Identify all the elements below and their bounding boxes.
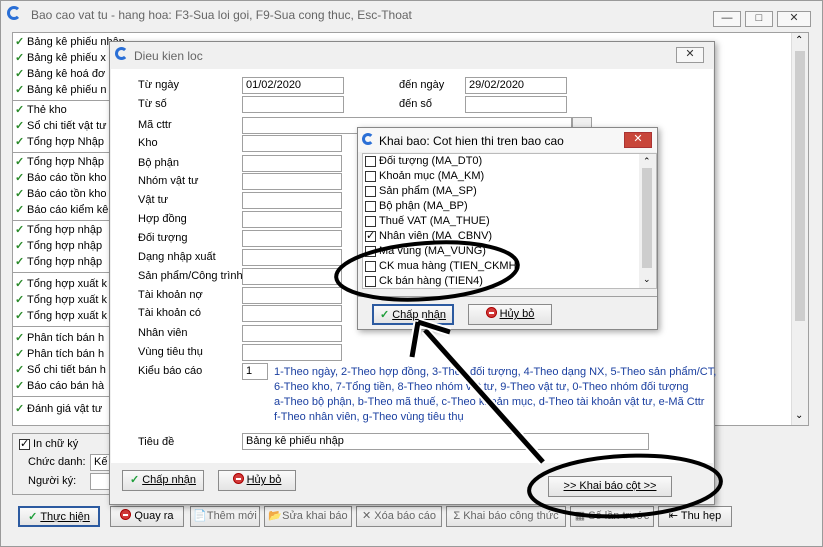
annotation-ellipse-items <box>334 240 520 302</box>
annotation-ellipse-button <box>527 453 723 519</box>
annotation-overlay <box>334 240 723 519</box>
annotation-arrow-line <box>423 328 545 464</box>
